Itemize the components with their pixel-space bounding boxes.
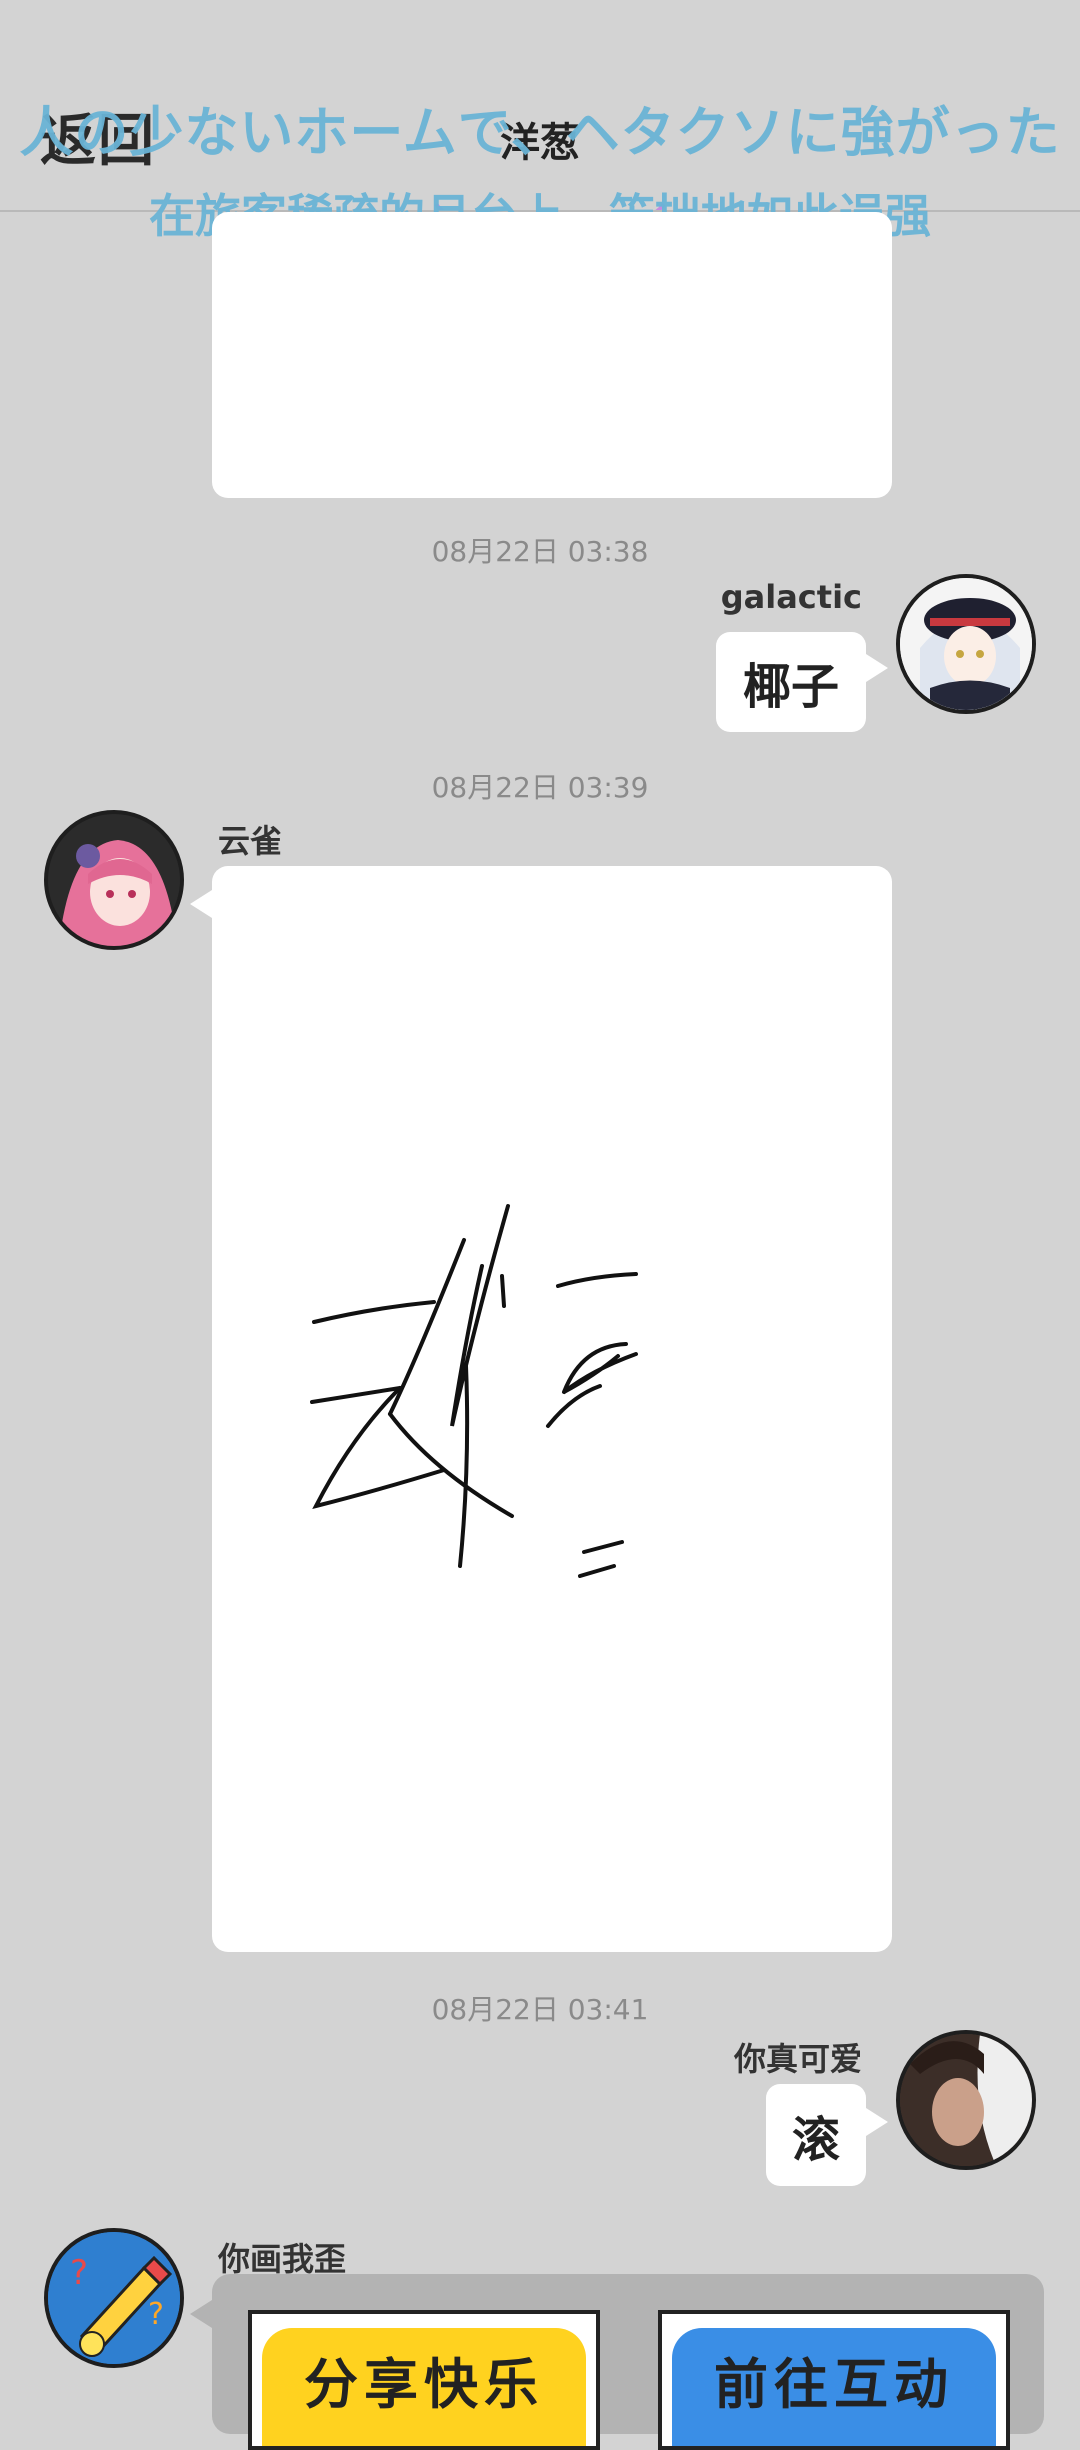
bubble-tail bbox=[190, 2300, 212, 2328]
drawing-message-partial[interactable] bbox=[212, 212, 892, 498]
button-label: 分享快乐 bbox=[304, 2353, 544, 2416]
bubble-tail bbox=[866, 2108, 888, 2136]
lyric-overlay-japanese: 人の少ないホームで、ヘタクソに強がった bbox=[19, 101, 1061, 164]
message-timestamp: 08月22日 03:39 bbox=[431, 771, 649, 804]
share-happiness-button[interactable]: 分享快乐 bbox=[248, 2310, 600, 2450]
avatar[interactable]: ? ? bbox=[44, 2228, 184, 2368]
bubble-tail bbox=[190, 890, 212, 918]
header: 返回 洋葱 人の少ないホームで、ヘタクソに強がった 在旅客稀疏的月台上，笨拙地如… bbox=[0, 0, 1080, 243]
avatar-anime-girl-icon bbox=[900, 578, 1032, 710]
message-bubble[interactable]: 椰子 bbox=[716, 632, 866, 732]
svg-text:?: ? bbox=[70, 2253, 88, 2293]
avatar-pink-hair-girl-icon bbox=[48, 814, 180, 946]
avatar[interactable] bbox=[896, 2030, 1036, 2170]
button-label: 前往互动 bbox=[714, 2353, 954, 2416]
message-timestamp: 08月22日 03:41 bbox=[431, 1993, 649, 2026]
avatar-pencil-game-icon: ? ? bbox=[48, 2232, 180, 2364]
sender-name: 你真可爱 bbox=[733, 2040, 862, 2078]
bubble-tail bbox=[866, 654, 888, 682]
game-share-card: 分享快乐 前往互动 bbox=[212, 2274, 1044, 2450]
avatar[interactable] bbox=[44, 810, 184, 950]
handwritten-drawing bbox=[310, 1204, 638, 1578]
sender-name: galactic bbox=[720, 578, 862, 616]
go-interact-button[interactable]: 前往互动 bbox=[658, 2310, 1010, 2450]
message-timestamp: 08月22日 03:38 bbox=[431, 535, 649, 568]
svg-text:?: ? bbox=[148, 2297, 164, 2332]
avatar-photo-icon bbox=[900, 2034, 1032, 2166]
drawing-message[interactable] bbox=[212, 866, 892, 1952]
sender-name: 云雀 bbox=[218, 822, 283, 860]
message-bubble[interactable]: 滚 bbox=[766, 2084, 866, 2186]
avatar[interactable] bbox=[896, 574, 1036, 714]
